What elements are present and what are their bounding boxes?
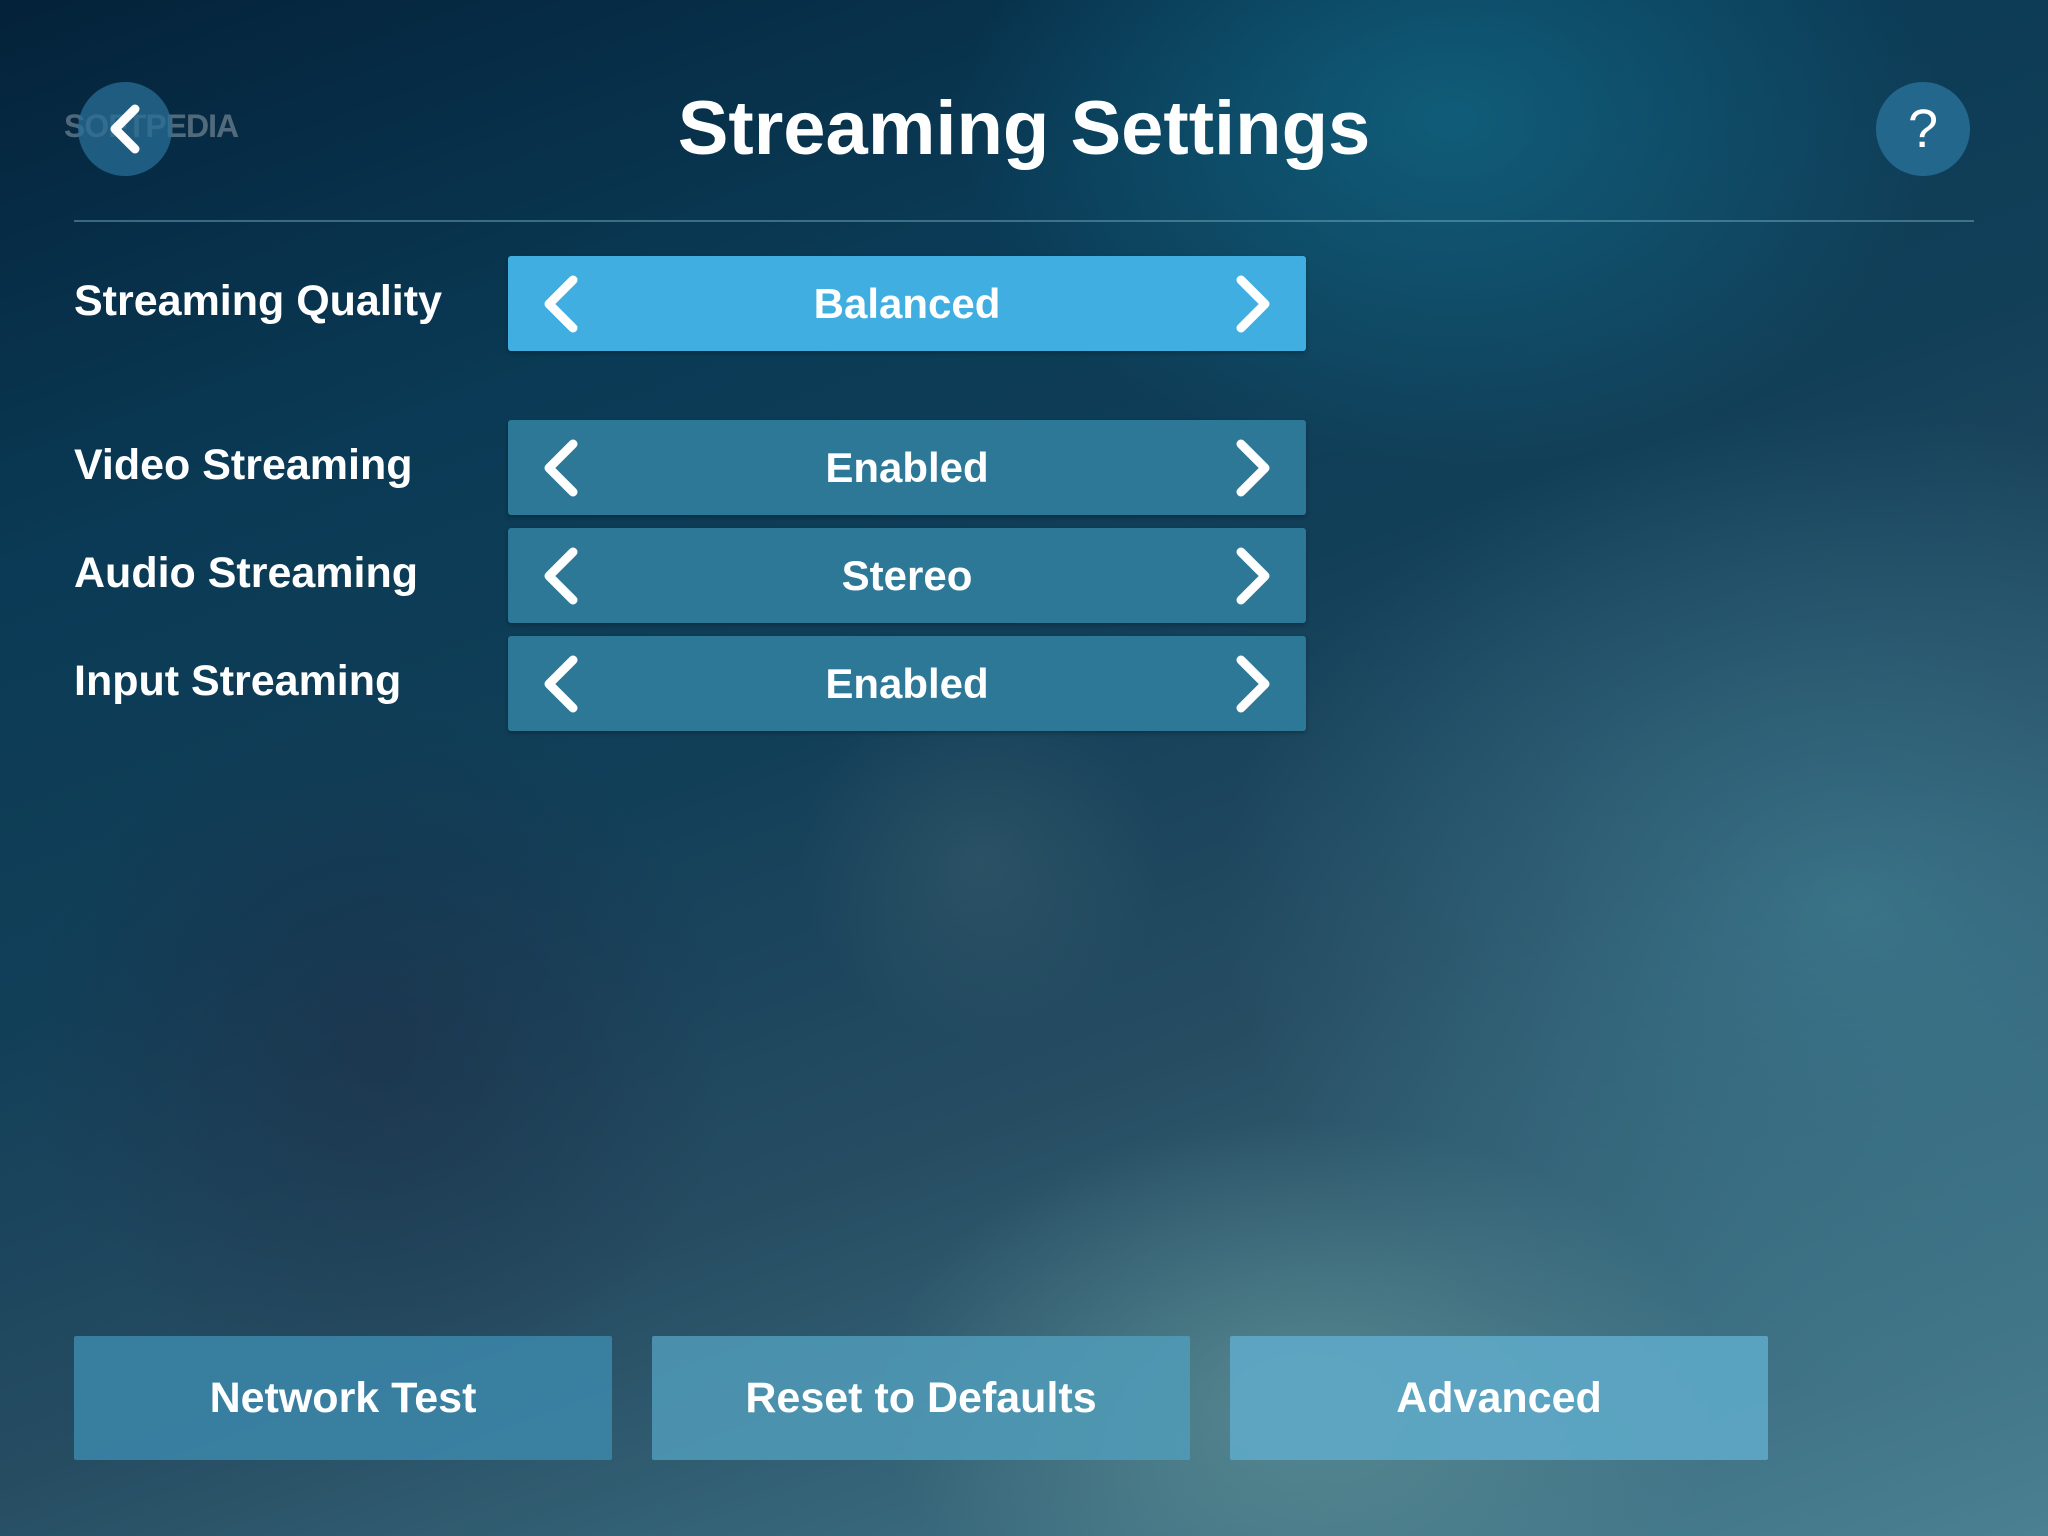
streaming-quality-label: Streaming Quality — [74, 277, 442, 325]
video-streaming-next-button[interactable] — [1208, 420, 1298, 515]
help-button[interactable]: ? — [1876, 82, 1970, 176]
question-mark-icon: ? — [1907, 99, 1939, 159]
page-title: Streaming Settings — [677, 86, 1371, 171]
audio-streaming-selector[interactable]: Stereo — [508, 528, 1306, 623]
streaming-quality-next-button[interactable] — [1208, 256, 1298, 351]
chevron-left-icon — [544, 547, 578, 604]
reset-to-defaults-button[interactable]: Reset to Defaults — [652, 1336, 1190, 1460]
video-streaming-label: Video Streaming — [74, 441, 413, 489]
input-streaming-value: Enabled — [825, 660, 989, 707]
streaming-quality-value: Balanced — [813, 280, 1001, 327]
chevron-left-icon — [544, 439, 578, 496]
chevron-right-icon — [1236, 547, 1270, 604]
video-streaming-value: Enabled — [825, 444, 989, 491]
video-streaming-selector[interactable]: Enabled — [508, 420, 1306, 515]
header-divider — [74, 220, 1974, 222]
audio-streaming-label: Audio Streaming — [74, 549, 419, 597]
chevron-left-icon — [110, 104, 140, 154]
network-test-button[interactable]: Network Test — [74, 1336, 612, 1460]
video-streaming-previous-button[interactable] — [516, 420, 606, 515]
chevron-left-icon — [544, 655, 578, 712]
input-streaming-label: Input Streaming — [74, 657, 402, 705]
advanced-button[interactable]: Advanced — [1230, 1336, 1768, 1460]
chevron-right-icon — [1236, 655, 1270, 712]
input-streaming-previous-button[interactable] — [516, 636, 606, 731]
streaming-quality-selector[interactable]: Balanced — [508, 256, 1306, 351]
input-streaming-next-button[interactable] — [1208, 636, 1298, 731]
audio-streaming-value: Stereo — [841, 552, 973, 599]
audio-streaming-next-button[interactable] — [1208, 528, 1298, 623]
streaming-quality-previous-button[interactable] — [516, 256, 606, 351]
input-streaming-selector[interactable]: Enabled — [508, 636, 1306, 731]
back-button[interactable] — [78, 82, 172, 176]
chevron-left-icon — [544, 275, 578, 332]
chevron-right-icon — [1236, 275, 1270, 332]
chevron-right-icon — [1236, 439, 1270, 496]
audio-streaming-previous-button[interactable] — [516, 528, 606, 623]
